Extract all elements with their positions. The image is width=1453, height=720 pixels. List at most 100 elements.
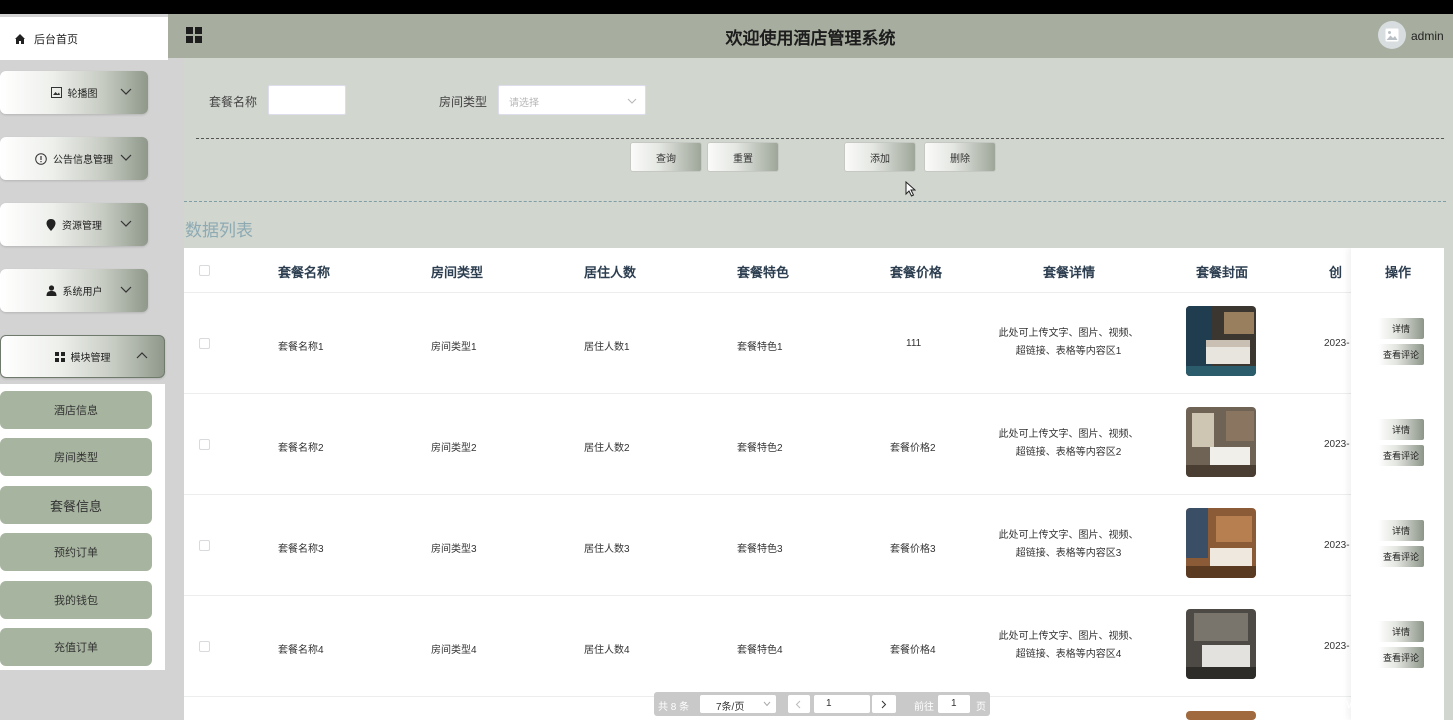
avatar[interactable] [1378, 21, 1406, 49]
cell-price: 套餐价格2 [890, 443, 936, 454]
chevron-down-icon [763, 701, 771, 707]
column-header[interactable]: 套餐封面 [1196, 262, 1248, 281]
cell-price: 套餐价格4 [890, 645, 936, 656]
delete-button[interactable]: 删除 [924, 142, 996, 172]
cell-feature: 套餐特色4 [737, 645, 783, 656]
cell-name: 套餐名称1 [278, 342, 324, 353]
prev-page-button[interactable] [788, 695, 810, 713]
package-name-input[interactable] [268, 85, 346, 115]
submenu-item-hotel[interactable]: 酒店信息 [0, 391, 152, 429]
sidebar-menu-label: 轮播图 [67, 89, 98, 100]
goto-page-value: 1 [951, 698, 957, 709]
sidebar-menu-notice[interactable]: 公告信息管理 [0, 137, 148, 180]
cell-name: 套餐名称2 [278, 443, 324, 454]
goto-page-input[interactable]: 1 [938, 695, 970, 713]
cell-room-type: 房间类型1 [431, 342, 477, 353]
view-comments-button[interactable]: 查看评论 [1378, 344, 1424, 365]
sidebar-menu-label: 系统用户 [62, 287, 103, 298]
page-unit-label: 页 [976, 702, 986, 713]
cover-image[interactable] [1186, 306, 1256, 376]
username[interactable]: admin [1411, 29, 1444, 43]
submenu-item-booking[interactable]: 预约订单 [0, 533, 152, 571]
view-comments-button[interactable]: 查看评论 [1378, 445, 1424, 466]
detail-button[interactable]: 详情 [1378, 520, 1424, 541]
submenu: 酒店信息 房间类型 套餐信息 预约订单 我的钱包 充值订单 [0, 384, 165, 670]
cover-image[interactable] [1186, 407, 1256, 477]
user-icon [46, 285, 57, 296]
select-all-checkbox[interactable] [199, 265, 210, 276]
cell-price: 111 [906, 338, 922, 349]
sidebar-menu-label: 模块管理 [70, 353, 111, 364]
cell-detail: 此处可上传文字、图片、视频、超链接、表格等内容区3 [998, 530, 1139, 559]
table-row: 套餐名称1 房间类型1 居住人数1 套餐特色1 111 此处可上传文字、图片、视… [184, 293, 1351, 394]
sidebar-menu-label: 公告信息管理 [53, 155, 113, 166]
column-header[interactable]: 房间类型 [431, 262, 483, 281]
cell-name: 套餐名称4 [278, 645, 324, 656]
row-checkbox[interactable] [199, 641, 210, 652]
column-header[interactable]: 套餐名称 [278, 262, 330, 281]
view-comments-button[interactable]: 查看评论 [1378, 647, 1424, 668]
row-checkbox[interactable] [199, 338, 210, 349]
info-icon [35, 152, 47, 165]
table-row: 套餐名称3 房间类型3 居住人数3 套餐特色3 套餐价格3 此处可上传文字、图片… [184, 495, 1351, 596]
query-button[interactable]: 查询 [630, 142, 702, 172]
chevron-right-icon [881, 700, 887, 709]
cover-image[interactable] [1186, 508, 1256, 578]
top-strip [0, 0, 1453, 14]
cell-people: 居住人数2 [584, 443, 630, 454]
detail-button[interactable]: 详情 [1378, 621, 1424, 642]
submenu-item-wallet[interactable]: 我的钱包 [0, 581, 152, 619]
top-header: 欢迎使用酒店管理系统 admin [168, 14, 1453, 58]
sidebar-menu-modules[interactable]: 模块管理 [0, 335, 165, 378]
pagination-total: 共 8 条 [658, 702, 690, 713]
cover-image[interactable] [1186, 609, 1256, 679]
cell-feature: 套餐特色2 [737, 443, 783, 454]
room-type-select[interactable]: 请选择 [498, 85, 646, 115]
submenu-label: 我的钱包 [54, 595, 98, 607]
cell-room-type: 房间类型3 [431, 544, 477, 555]
next-page-button[interactable] [872, 695, 896, 713]
room-type-label: 房间类型 [439, 95, 488, 109]
cell-detail: 此处可上传文字、图片、视频、超链接、表格等内容区1 [998, 328, 1139, 357]
image-icon [50, 87, 62, 98]
page-number[interactable]: 1 [814, 695, 870, 713]
cell-created: 2023- [1324, 641, 1350, 652]
sidebar-menu-resources[interactable]: 资源管理 [0, 203, 148, 246]
cell-feature: 套餐特色1 [737, 342, 783, 353]
detail-button[interactable]: 详情 [1378, 419, 1424, 440]
cell-people: 居住人数3 [584, 544, 630, 555]
row-checkbox[interactable] [199, 540, 210, 551]
column-header[interactable]: 创 [1329, 262, 1342, 281]
submenu-item-recharge[interactable]: 充值订单 [0, 628, 152, 666]
sidebar-menu-users[interactable]: 系统用户 [0, 269, 148, 312]
view-comments-button[interactable]: 查看评论 [1378, 546, 1424, 567]
column-header[interactable]: 套餐详情 [1043, 262, 1095, 281]
column-header[interactable]: 居住人数 [584, 262, 636, 281]
section-title: 数据列表 [185, 221, 253, 240]
sidebar-home[interactable]: 后台首页 [0, 17, 168, 60]
home-icon [15, 33, 25, 44]
chevron-down-icon [120, 220, 132, 227]
reset-button[interactable]: 重置 [707, 142, 779, 172]
submenu-item-room-type[interactable]: 房间类型 [0, 438, 152, 476]
column-header[interactable]: 套餐特色 [737, 262, 789, 281]
chevron-down-icon [120, 286, 132, 293]
pagination: 共 8 条 7条/页 1 前往 1 页 [654, 692, 990, 716]
operations-column: 操作 详情 查看评论 详情 查看评论 详情 查看评论 详情 查看评论 [1351, 248, 1444, 720]
main-content: 套餐名称 房间类型 请选择 查询 重置 添加 删除 数据列表 套餐名称 房间类型… [184, 58, 1453, 720]
row-checkbox[interactable] [199, 439, 210, 450]
column-header[interactable]: 套餐价格 [890, 262, 942, 281]
cell-price: 套餐价格3 [890, 544, 936, 555]
add-button[interactable]: 添加 [844, 142, 916, 172]
cell-created: 2023- [1324, 439, 1350, 450]
page-size-select[interactable]: 7条/页 [700, 695, 776, 713]
cell-people: 居住人数1 [584, 342, 630, 353]
sidebar-menu-carousel[interactable]: 轮播图 [0, 71, 148, 114]
table-row: 套餐名称2 房间类型2 居住人数2 套餐特色2 套餐价格2 此处可上传文字、图片… [184, 394, 1351, 495]
submenu-item-package[interactable]: 套餐信息 [0, 486, 152, 524]
detail-button[interactable]: 详情 [1378, 318, 1424, 339]
location-icon [46, 218, 56, 231]
submenu-label: 房间类型 [54, 452, 98, 464]
cell-detail: 此处可上传文字、图片、视频、超链接、表格等内容区2 [998, 429, 1139, 458]
cell-created: 2023- [1324, 338, 1350, 349]
